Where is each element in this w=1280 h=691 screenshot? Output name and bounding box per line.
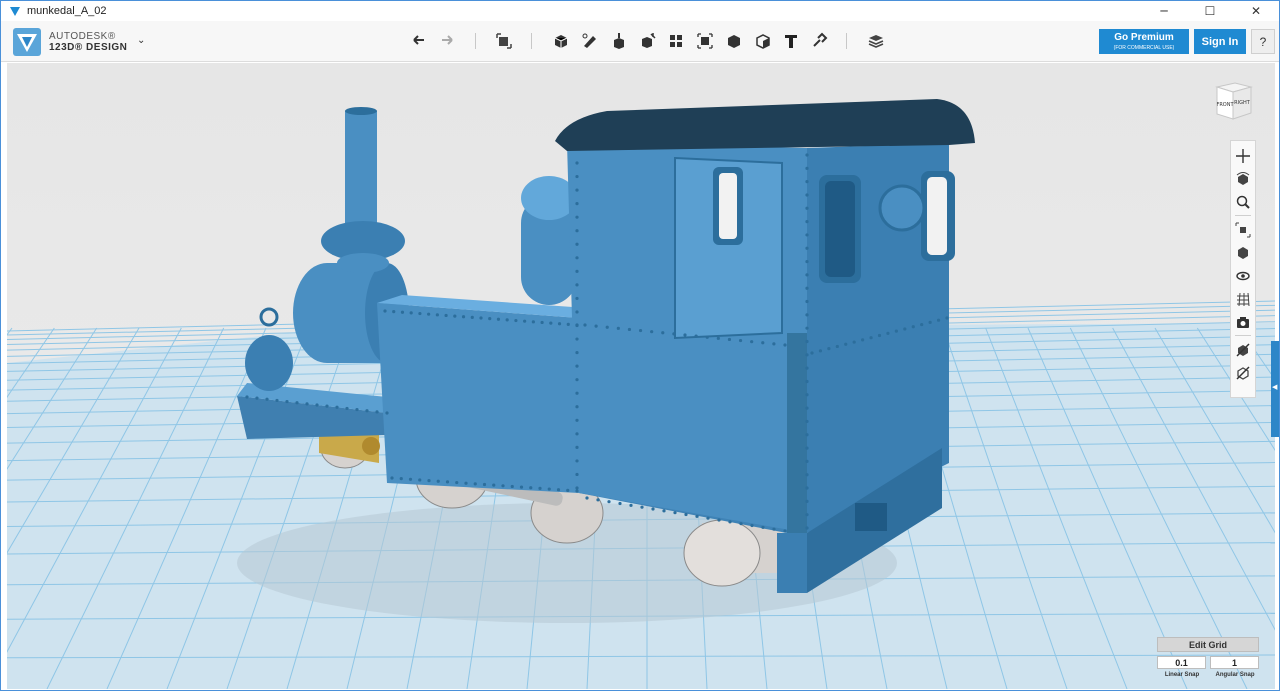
- viewcube-front-label: FRONT: [1216, 102, 1234, 108]
- application-window: munkedal_A_02 ─ ☐ ✕ AUTODESK® 123D® DESI…: [0, 0, 1280, 691]
- main-toolbar: AUTODESK® 123D® DESIGN ⌄ Go Premium (FOR…: [1, 21, 1279, 62]
- minimize-button[interactable]: ─: [1141, 1, 1187, 21]
- toolbar-divider: [475, 33, 476, 49]
- pattern-icon[interactable]: [665, 30, 687, 52]
- undo-icon[interactable]: [408, 30, 430, 52]
- help-button[interactable]: ?: [1251, 29, 1275, 54]
- linear-snap-field[interactable]: 0.1: [1157, 656, 1206, 669]
- 3d-viewport[interactable]: FRONT RIGHT Edit Grid 0.1 1 Linear Snap …: [7, 63, 1275, 689]
- close-button[interactable]: ✕: [1233, 1, 1279, 21]
- construct-icon[interactable]: [608, 30, 630, 52]
- linear-snap-label: Linear Snap: [1164, 672, 1200, 678]
- combine-icon[interactable]: [723, 30, 745, 52]
- view-cube[interactable]: FRONT RIGHT: [1211, 79, 1257, 123]
- text-icon[interactable]: [780, 30, 802, 52]
- brand-line-2: 123D® DESIGN: [49, 42, 128, 53]
- side-panel-tab[interactable]: ◀: [1271, 341, 1279, 437]
- outline-toggle-icon[interactable]: [1234, 364, 1252, 382]
- window-title: munkedal_A_02: [27, 5, 107, 17]
- measure-icon[interactable]: [752, 30, 774, 52]
- app-menu-chevron-icon[interactable]: ⌄: [137, 35, 145, 46]
- redo-icon[interactable]: [436, 30, 458, 52]
- transform-icon[interactable]: [493, 30, 515, 52]
- maximize-button[interactable]: ☐: [1187, 1, 1233, 21]
- title-bar: munkedal_A_02 ─ ☐ ✕: [1, 1, 1279, 21]
- app-icon: [10, 7, 20, 16]
- view-mode-icon[interactable]: [1234, 244, 1252, 262]
- model-scene[interactable]: [7, 63, 1275, 689]
- go-premium-sublabel: (FOR COMMERCIAL USE): [1113, 45, 1175, 51]
- material-toggle-icon[interactable]: [1234, 341, 1252, 359]
- zoom-icon[interactable]: [1234, 193, 1252, 211]
- brand-line-1: AUTODESK®: [49, 31, 116, 42]
- go-premium-button[interactable]: Go Premium (FOR COMMERCIAL USE): [1099, 29, 1189, 54]
- toolbar-divider: [531, 33, 532, 49]
- navbar-divider: [1235, 215, 1251, 216]
- go-premium-label: Go Premium: [1114, 32, 1174, 43]
- navbar-divider: [1235, 335, 1251, 336]
- fit-icon[interactable]: [1234, 221, 1252, 239]
- camera-icon[interactable]: [1234, 313, 1252, 331]
- grid-settings-panel: Edit Grid 0.1 1 Linear Snap Angular Snap: [1157, 637, 1269, 685]
- grid-toggle-icon[interactable]: [1234, 290, 1252, 308]
- sketch-icon[interactable]: [579, 30, 601, 52]
- app-logo[interactable]: AUTODESK® 123D® DESIGN: [13, 28, 127, 56]
- toolbar-divider: [846, 33, 847, 49]
- angular-snap-label: Angular Snap: [1215, 672, 1255, 678]
- sign-in-button[interactable]: Sign In: [1194, 29, 1246, 54]
- angular-snap-field[interactable]: 1: [1210, 656, 1259, 669]
- navigation-bar: [1230, 140, 1256, 398]
- edit-grid-button[interactable]: Edit Grid: [1157, 637, 1259, 652]
- visibility-icon[interactable]: [1234, 267, 1252, 285]
- group-icon[interactable]: [694, 30, 716, 52]
- snap-icon[interactable]: [808, 30, 830, 52]
- orbit-icon[interactable]: [1234, 170, 1252, 188]
- primitives-icon[interactable]: [550, 30, 572, 52]
- modify-icon[interactable]: [637, 30, 659, 52]
- pan-icon[interactable]: [1234, 147, 1252, 165]
- autodesk-logo-icon: [13, 28, 41, 56]
- material-icon[interactable]: [865, 30, 887, 52]
- collapse-arrow-icon: ◀: [1272, 384, 1278, 391]
- viewcube-right-label: RIGHT: [1234, 100, 1251, 106]
